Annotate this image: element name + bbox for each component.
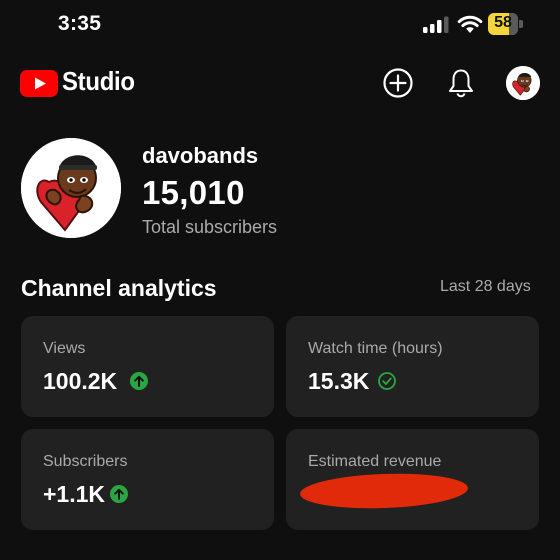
battery-indicator: 58 [488,13,524,35]
card-value: 15.3K [308,368,370,394]
arrow-up-circle-icon [130,372,148,390]
section-title: Channel analytics [21,275,217,301]
wifi-icon [457,15,483,33]
channel-avatar[interactable] [21,138,121,238]
avatar-image [506,66,540,100]
plus-circle-icon [383,68,413,98]
app-title: Studio [62,66,135,96]
views-card[interactable]: Views 100.2K [21,316,274,417]
date-range-selector[interactable]: Last 28 days [440,278,531,296]
arrow-up-circle-icon [110,485,128,503]
battery-level: 58 [494,14,512,31]
watch-time-card[interactable]: Watch time (hours) 15.3K [286,316,539,417]
notifications-button[interactable] [446,67,476,99]
status-time: 3:35 [58,12,102,35]
card-value: 100.2K [43,368,118,394]
card-title: Estimated revenue [308,453,442,470]
youtube-logo-icon [20,70,58,97]
card-title: Watch time (hours) [308,340,443,357]
subscriber-label: Total subscribers [142,217,278,237]
cellular-signal-icon [423,16,449,33]
bell-icon [449,69,473,98]
channel-name: davobands [142,143,259,168]
card-title: Views [43,340,86,357]
subscriber-count: 15,010 [142,174,245,211]
create-button[interactable] [382,67,414,99]
subscribers-card[interactable]: Subscribers +1.1K [21,429,274,530]
card-title: Subscribers [43,453,128,470]
account-avatar-button[interactable] [506,66,540,100]
channel-avatar-image [21,138,121,238]
check-circle-icon [378,372,396,390]
card-value: +1.1K [43,481,106,507]
